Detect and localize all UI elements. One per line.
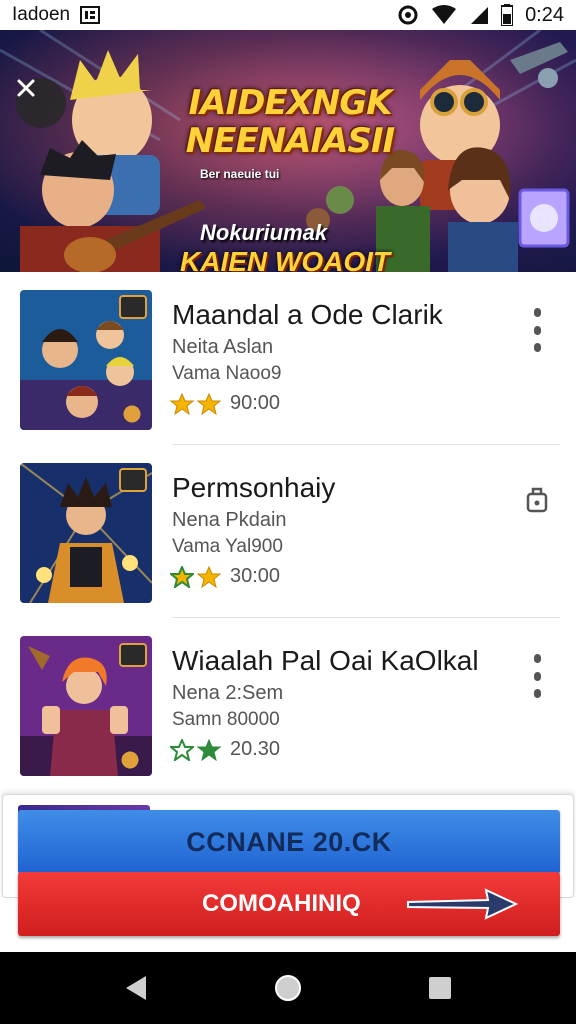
item-detail: Vama Yal900 (172, 536, 283, 557)
notification-box-icon (80, 6, 101, 24)
lock-icon (526, 487, 548, 513)
home-button[interactable] (266, 966, 310, 1010)
more-vert-icon (533, 308, 541, 317)
more-vert-dot (533, 689, 541, 698)
rating-value: 20.30 (230, 738, 281, 760)
item-publisher: Nena Pkdain (172, 509, 287, 531)
primary-cta-button[interactable]: CCNANE 20.CK (18, 810, 560, 874)
more-options-button[interactable] (526, 654, 548, 698)
list-item[interactable]: Maandal a Ode Clarik Neita Aslan Vama Na… (0, 272, 576, 445)
list-item[interactable]: Permsonhaiy Nena Pkdain Vama Yal900 30:0… (0, 445, 576, 618)
signal-icon (469, 5, 489, 25)
item-title: Permsonhaiy (172, 472, 336, 503)
item-title: Maandal a Ode Clarik (172, 299, 443, 330)
promo-banner[interactable]: IAIDEXNGK NEENAIASII Ber naeuie tui Noku… (0, 30, 576, 272)
recents-icon (429, 977, 451, 999)
battery-icon (501, 4, 514, 26)
close-icon (17, 79, 35, 97)
game-list: Maandal a Ode Clarik Neita Aslan Vama Na… (0, 272, 576, 791)
wifi-icon (431, 5, 457, 25)
star-outline-icon (197, 738, 221, 761)
back-icon (126, 976, 146, 1000)
secondary-cta-button[interactable]: COMOAHINIQ (18, 872, 560, 936)
item-publisher: Nena 2:Sem (172, 682, 284, 704)
rating: 30:00 (170, 565, 280, 588)
lock-button[interactable] (526, 485, 548, 515)
star-icon (170, 392, 194, 415)
list-item[interactable]: Wiaalah Pal Oai KaOlkal Nena 2:Sem Samn … (0, 618, 576, 791)
rating: 20.30 (170, 738, 280, 761)
more-options-button[interactable] (526, 308, 548, 352)
more-vert-dot (533, 343, 541, 352)
more-vert-icon (533, 654, 541, 663)
banner-tagline-top: Nokuriumak (200, 220, 328, 245)
rating-value: 30:00 (230, 565, 281, 587)
item-publisher: Neita Aslan (172, 336, 274, 358)
rating: 90:00 (170, 392, 280, 415)
item-title: Wiaalah Pal Oai KaOlkal (172, 645, 479, 676)
star-outline-icon (170, 738, 194, 761)
star-outline-icon (170, 565, 194, 588)
navigation-bar (0, 952, 576, 1024)
more-vert-dot (533, 671, 541, 681)
item-detail: Vama Naoo9 (172, 363, 282, 384)
back-button[interactable] (114, 966, 158, 1010)
carrier-label: Iadoen (12, 4, 71, 25)
banner-title: IAIDEXNGK NEENAIASII (185, 83, 395, 161)
banner-tagline-bottom: KAIEN WOAOIT (180, 246, 390, 272)
more-vert-dot (533, 325, 541, 335)
clock: 0:24 (525, 3, 564, 26)
game-thumbnail (20, 463, 152, 603)
home-icon (275, 975, 301, 1001)
star-icon (197, 565, 221, 588)
recents-button[interactable] (418, 966, 462, 1010)
sync-icon (397, 4, 419, 26)
arrow-right-icon (407, 888, 519, 920)
game-thumbnail (20, 636, 152, 776)
rating-value: 90:00 (230, 392, 281, 414)
banner-subtitle: Ber naeuie tui (200, 167, 280, 181)
item-detail: Samn 80000 (172, 709, 280, 730)
game-thumbnail (20, 290, 152, 430)
close-banner-button[interactable] (16, 78, 66, 128)
star-icon (197, 392, 221, 415)
status-bar: Iadoen 0:24 (0, 0, 576, 30)
secondary-cta-label: COMOAHINIQ (202, 890, 361, 917)
